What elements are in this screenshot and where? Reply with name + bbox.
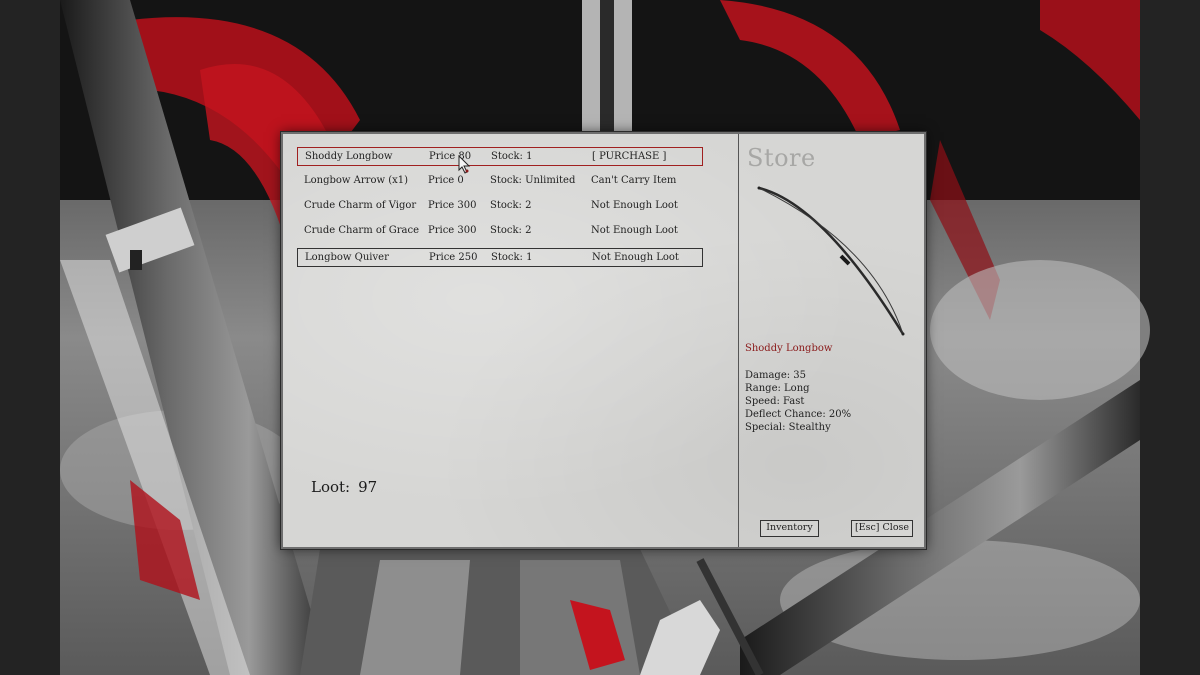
item-price: Price 300	[428, 225, 477, 236]
item-stock: Stock: 1	[491, 151, 533, 162]
item-name: Longbow Quiver	[305, 252, 389, 263]
item-list-pane: Shoddy Longbow Price 80 Stock: 1 [ PURCH…	[283, 134, 737, 547]
item-row-shoddy-longbow[interactable]: Shoddy Longbow Price 80 Stock: 1 [ PURCH…	[297, 147, 703, 166]
stat-speed: Speed: Fast	[745, 396, 805, 407]
item-name: Crude Charm of Grace	[304, 225, 420, 236]
item-stock: Stock: 2	[490, 225, 532, 236]
item-row-longbow-arrow[interactable]: Longbow Arrow (x1) Price 0 Stock: Unlimi…	[297, 172, 703, 191]
loot-value: 97	[358, 478, 378, 496]
item-row-charm-of-vigor[interactable]: Crude Charm of Vigor Price 300 Stock: 2 …	[297, 197, 703, 216]
purchase-button[interactable]: [ PURCHASE ]	[592, 151, 666, 162]
item-stock: Stock: Unlimited	[490, 175, 576, 186]
loot-label: Loot:	[311, 478, 351, 496]
longbow-icon	[757, 186, 905, 336]
stat-range: Range: Long	[745, 383, 810, 394]
item-status: Not Enough Loot	[592, 252, 679, 263]
item-name: Shoddy Longbow	[305, 151, 393, 162]
item-name: Longbow Arrow (x1)	[304, 175, 409, 186]
inventory-button[interactable]: Inventory	[760, 520, 819, 537]
item-status: Not Enough Loot	[591, 200, 678, 211]
mouse-cursor-icon	[458, 155, 471, 174]
close-button[interactable]: [Esc] Close	[851, 520, 913, 537]
store-title: Store	[747, 144, 816, 172]
item-stock: Stock: 1	[491, 252, 533, 263]
item-detail-pane: Store Shoddy Longbow Damage: 35 Range: L…	[738, 134, 925, 547]
loot-counter: Loot: 97	[311, 478, 377, 496]
stat-deflect-chance: Deflect Chance: 20%	[745, 409, 852, 420]
item-stock: Stock: 2	[490, 200, 532, 211]
item-status: Not Enough Loot	[591, 225, 678, 236]
item-price: Price 0	[428, 175, 464, 186]
store-window: Shoddy Longbow Price 80 Stock: 1 [ PURCH…	[281, 132, 926, 549]
item-price: Price 300	[428, 200, 477, 211]
item-row-charm-of-grace[interactable]: Crude Charm of Grace Price 300 Stock: 2 …	[297, 222, 703, 241]
item-status: Can't Carry Item	[591, 175, 677, 186]
item-price: Price 250	[429, 252, 478, 263]
detail-item-name: Shoddy Longbow	[745, 343, 833, 354]
stat-special: Special: Stealthy	[745, 422, 831, 433]
stat-damage: Damage: 35	[745, 370, 807, 381]
item-name: Crude Charm of Vigor	[304, 200, 417, 211]
item-row-longbow-quiver[interactable]: Longbow Quiver Price 250 Stock: 1 Not En…	[297, 248, 703, 267]
